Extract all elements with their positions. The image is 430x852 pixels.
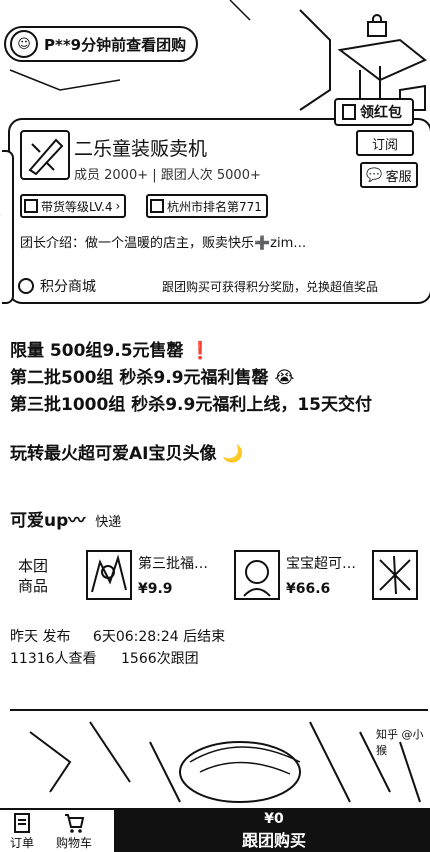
points-mall-row[interactable]: 积分商城 跟团购买可获得积分奖励，兑换超值奖品 [10,272,430,300]
city-rank-badge[interactable]: 杭州市排名第771 [146,194,268,218]
post-line: 玩转最火超可爱AI宝贝头像 🌙 [10,444,244,464]
topic-title-text: 可爱up〰 [10,511,86,531]
product-card[interactable]: 第三批福… ¥9.9 [86,550,208,600]
publish-time: 昨天 发布 [10,629,71,645]
delivery-method: 快递 [95,515,122,530]
recent-view-text: P**9分钟前查看团购 [44,35,187,54]
chat-icon: 💬 [366,167,383,183]
post-image[interactable] [10,702,428,810]
products-label-line: 本团 [18,557,49,575]
points-mall-tip: 跟团购买可获得积分奖励，兑换超值奖品 [162,279,379,294]
seller-level-badge[interactable]: 带货等级LV.4 › [20,194,127,218]
product-card[interactable]: 宝宝超可… ¥66.6 [234,550,356,600]
coin-icon [18,278,34,294]
follow-count: 1566次跟团 [121,651,199,667]
red-packet-label: 领红包 [360,105,402,121]
cart-label: 购物车 [55,836,92,850]
chevron-right-icon[interactable]: › [0,208,1,223]
seller-level-label: 带货等级LV.4 [41,199,113,214]
product-thumbnail [234,550,280,600]
shop-stats: 成员 2000+ | 跟团人次 5000+ [74,168,261,183]
shop-name: 二乐童装贩卖机 [74,138,208,160]
countdown: 6天06:28:24 后结束 [92,629,226,645]
products-label-line: 商品 [18,577,49,595]
product-card[interactable] [372,550,418,600]
points-mall-link[interactable]: 积分商城 [18,276,96,296]
points-mall-label: 积分商城 [40,279,96,295]
products-label: 本团 商品 [18,556,48,596]
product-title: 宝宝超可… [286,556,356,572]
customer-service-button[interactable]: 💬 客服 [360,162,418,188]
orders-label: 订单 [9,836,34,850]
customer-service-label: 客服 [385,169,412,185]
user-avatar: ☺ [10,30,38,58]
publish-info: 昨天 发布 6天06:28:24 后结束 [10,626,225,646]
post-line: 限量 500组9.5元售罄 ❗ [10,341,211,361]
shop-logo-image [28,138,64,176]
shop-card: 领红包 二乐童装贩卖机 成员 2000+ | 跟团人次 5000+ 订阅 💬 客… [2,98,430,304]
buy-label: 跟团购买 [241,831,306,850]
level-icon [24,199,38,213]
red-packet-icon [342,104,356,120]
post-line: 第三批1000组 秒杀9.9元福利上线，15天交付 [10,395,373,415]
product-price: ¥66.6 [286,581,331,597]
orders-tab[interactable]: 订单 [2,812,42,851]
buy-price: ¥0 [264,811,284,827]
shop-intro[interactable]: 团长介绍：做一个温暖的店主，贩卖快乐➕zim… [20,232,306,251]
recent-view-notice: ☺ P**9分钟前查看团购 [4,26,199,62]
watermark: 知乎 @小猴 [376,728,424,757]
post-image-art [10,709,428,803]
engagement-info: 11316人查看 1566次跟团 [10,648,199,668]
cart-tab[interactable]: 购物车 [54,812,94,851]
shop-logo[interactable] [20,130,70,180]
bag-icon [367,14,387,37]
bottom-action-bar: 订单 购物车 ¥0 跟团购买 [0,808,430,852]
product-thumbnail [86,550,132,600]
red-packet-button[interactable]: 领红包 [334,98,414,126]
cart-icon [65,814,85,833]
chevron-right-icon: › [115,199,121,213]
post-content: 限量 500组9.5元售罄 ❗ 第二批500组 秒杀9.9元福利售罄 😭 第三批… [10,338,424,468]
product-title: 第三批福… [138,556,208,572]
buy-button[interactable]: ¥0 跟团购买 [114,810,430,852]
orders-icon [14,813,30,833]
post-line: 第二批500组 秒杀9.9元福利售罄 😭 [10,368,295,388]
product-thumbnail [372,550,418,600]
view-count: 11316人查看 [10,651,97,667]
product-price: ¥9.9 [138,581,173,597]
topic-title: 可爱up〰 快递 [10,506,121,531]
follow-button[interactable]: 订阅 [356,130,414,156]
city-rank-label: 杭州市排名第771 [167,199,262,214]
rank-icon [150,199,164,213]
